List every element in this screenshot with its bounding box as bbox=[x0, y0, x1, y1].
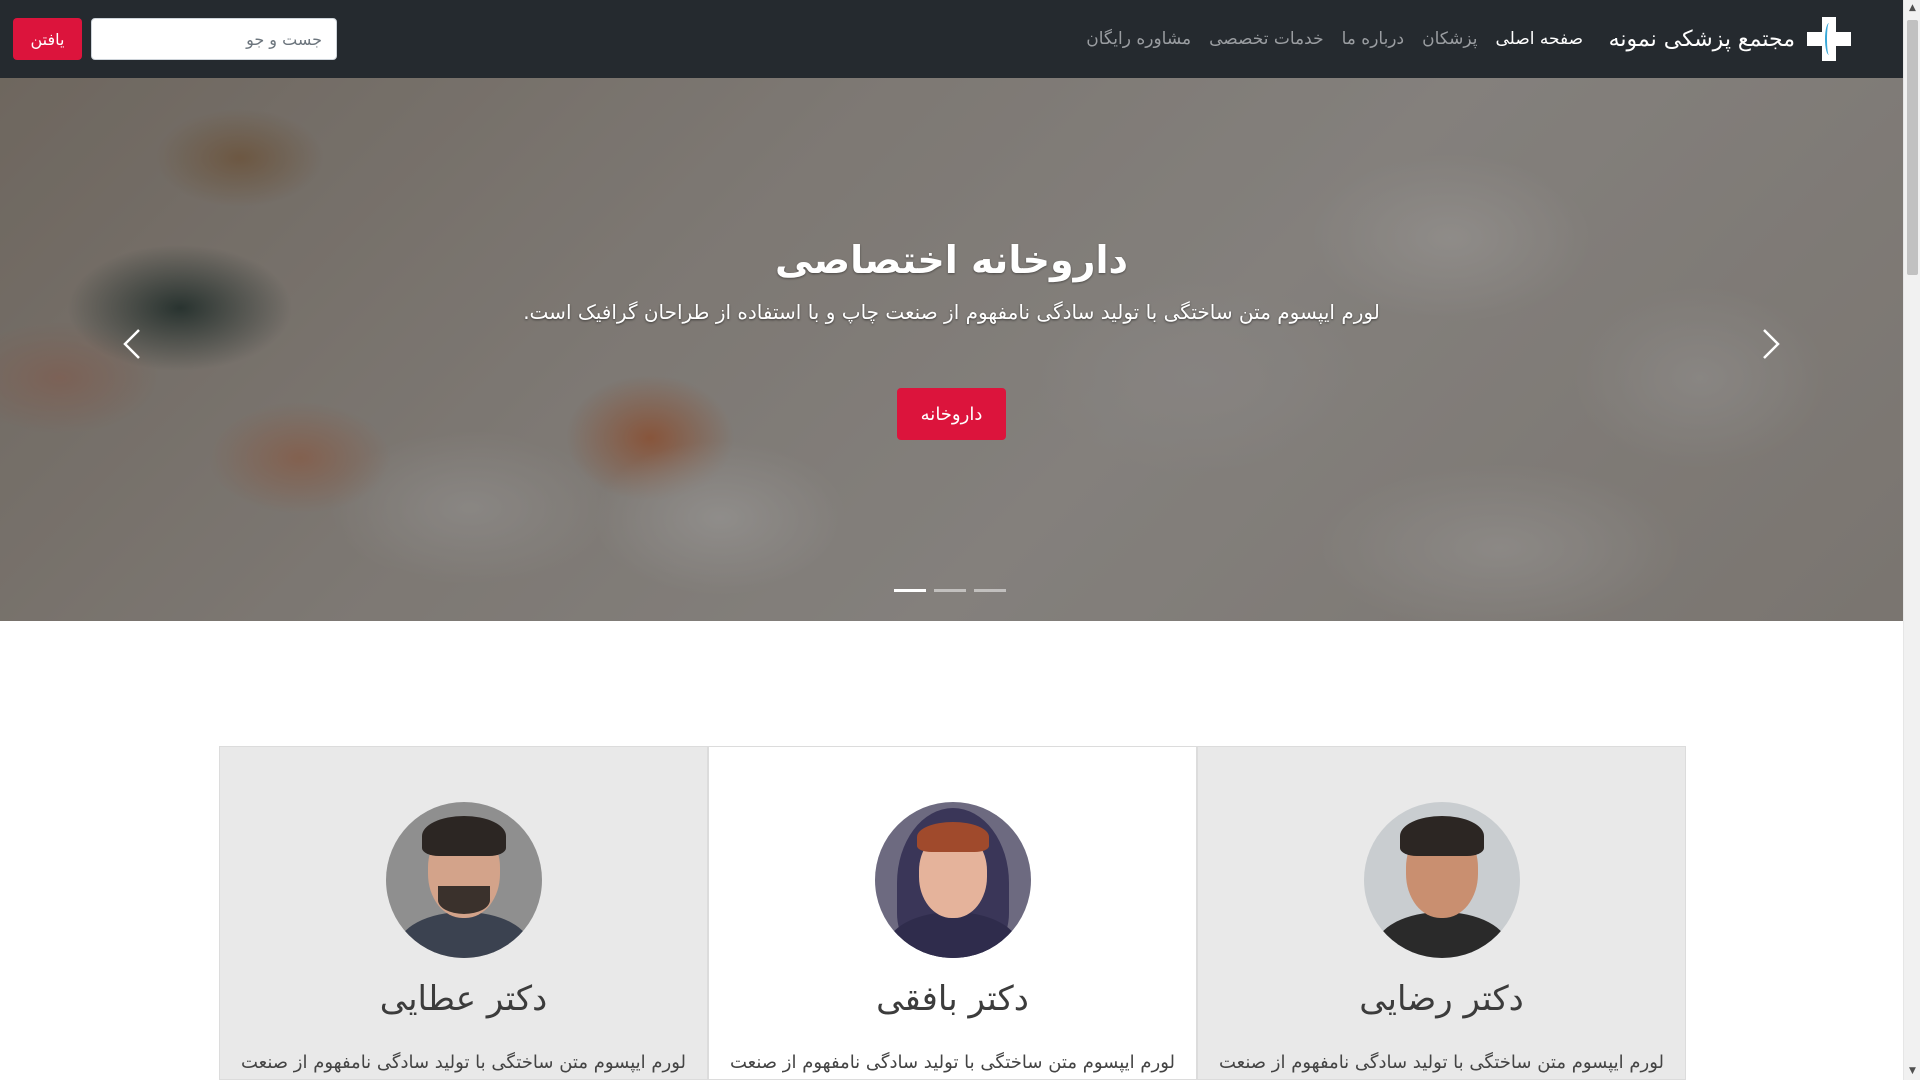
hero-text: لورم ایپسوم متن ساختگی با تولید سادگی نا… bbox=[523, 300, 1380, 324]
medical-cross-logo-icon bbox=[1805, 15, 1853, 63]
brand-name: مجتمع پزشکی نمونه bbox=[1608, 26, 1795, 52]
carousel-indicator-3[interactable] bbox=[974, 589, 1006, 592]
brand[interactable]: مجتمع پزشکی نمونه bbox=[1609, 14, 1853, 64]
doctor-card: دکتر عطایی لورم ایپسوم متن ساختگی با تول… bbox=[219, 746, 708, 1080]
nav-services[interactable]: خدمات تخصصی bbox=[1209, 29, 1323, 49]
scroll-up-icon[interactable]: ▲ bbox=[1904, 0, 1920, 17]
hero-overlay bbox=[0, 78, 1903, 621]
scrollbar-thumb[interactable] bbox=[1907, 20, 1918, 275]
carousel-indicator-2[interactable] bbox=[934, 589, 966, 592]
scroll-down-icon[interactable]: ▼ bbox=[1904, 1063, 1920, 1080]
carousel-next-button[interactable] bbox=[1751, 314, 1791, 374]
doctor-description: لورم ایپسوم متن ساختگی با تولید سادگی نا… bbox=[241, 1052, 686, 1073]
doctor-description: لورم ایپسوم متن ساختگی با تولید سادگی نا… bbox=[730, 1052, 1175, 1073]
hero-carousel: داروخانه اختصاصی لورم ایپسوم متن ساختگی … bbox=[0, 78, 1903, 621]
search-input[interactable] bbox=[91, 18, 337, 60]
chevron-left-icon bbox=[123, 329, 140, 359]
nav-links: صفحه اصلی پزشکان درباره ما خدمات تخصصی م… bbox=[1086, 0, 1583, 78]
vertical-scrollbar[interactable]: ▲ ▼ bbox=[1903, 0, 1920, 1080]
search-form: یافتن bbox=[13, 18, 337, 60]
carousel-indicators bbox=[894, 589, 1006, 592]
chevron-right-icon bbox=[1763, 329, 1780, 359]
doctor-description: لورم ایپسوم متن ساختگی با تولید سادگی نا… bbox=[1219, 1052, 1664, 1073]
page: مجتمع پزشکی نمونه صفحه اصلی پزشکان دربار… bbox=[0, 0, 1920, 1080]
doctor-name: دکتر بافقی bbox=[876, 979, 1029, 1019]
doctor-cards: دکتر رضایی لورم ایپسوم متن ساختگی با تول… bbox=[218, 746, 1686, 1080]
doctor-avatar bbox=[875, 802, 1031, 958]
doctor-card: دکتر بافقی لورم ایپسوم متن ساختگی با تول… bbox=[708, 746, 1197, 1080]
nav-doctors[interactable]: پزشکان bbox=[1422, 29, 1477, 49]
nav-consultation[interactable]: مشاوره رایگان bbox=[1086, 29, 1191, 49]
pharmacy-button[interactable]: داروخانه bbox=[897, 388, 1006, 440]
doctor-avatar bbox=[386, 802, 542, 958]
doctor-name: دکتر عطایی bbox=[379, 979, 548, 1019]
doctor-card: دکتر رضایی لورم ایپسوم متن ساختگی با تول… bbox=[1197, 746, 1686, 1080]
nav-about[interactable]: درباره ما bbox=[1342, 29, 1405, 49]
carousel-prev-button[interactable] bbox=[112, 314, 152, 374]
hero-title: داروخانه اختصاصی bbox=[774, 238, 1129, 282]
doctor-avatar bbox=[1364, 802, 1520, 958]
hero-caption: داروخانه اختصاصی لورم ایپسوم متن ساختگی … bbox=[0, 238, 1903, 324]
nav-home[interactable]: صفحه اصلی bbox=[1496, 29, 1583, 49]
search-button[interactable]: یافتن bbox=[13, 18, 82, 60]
doctor-name: دکتر رضایی bbox=[1359, 979, 1524, 1019]
carousel-indicator-1[interactable] bbox=[894, 589, 926, 592]
navbar: مجتمع پزشکی نمونه صفحه اصلی پزشکان دربار… bbox=[0, 0, 1903, 78]
